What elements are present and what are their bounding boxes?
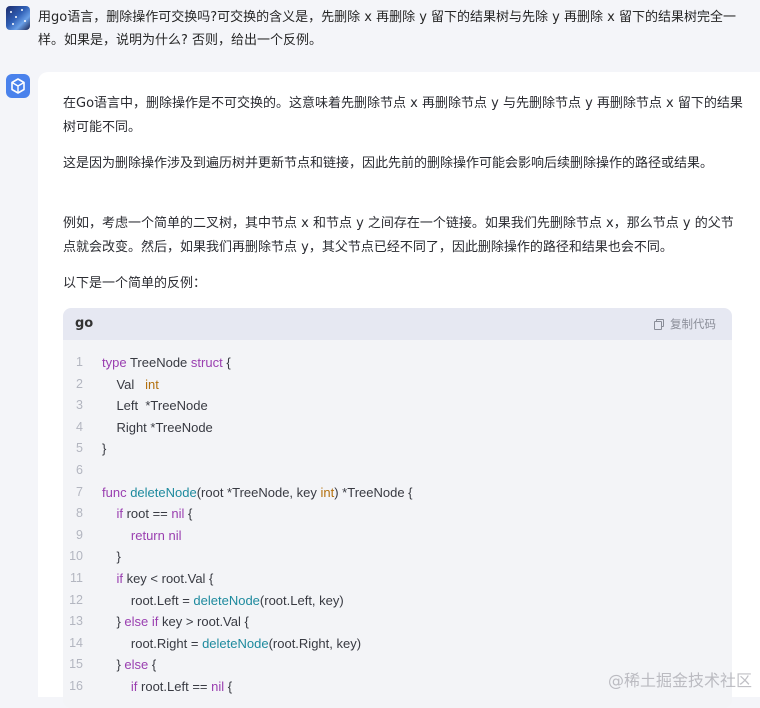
code-line-text: } xyxy=(102,441,107,457)
code-line-text: Right *TreeNode xyxy=(102,419,213,435)
answer-paragraph-1: 在Go语言中，删除操作是不可交换的。这意味着先删除节点 x 再删除节点 y 与先… xyxy=(63,96,743,135)
code-line-number: 14 xyxy=(69,635,83,650)
code-line-text: } else { xyxy=(102,657,157,673)
code-line-number: 13 xyxy=(69,614,83,629)
code-line-number: 16 xyxy=(69,678,83,693)
code-line: 14 root.Right = deleteNode(root.Right, k… xyxy=(63,633,732,655)
user-question-text: 用go语言，删除操作可交换吗?可交换的含义是，先删除 x 再删除 y 留下的结果… xyxy=(38,10,736,48)
code-block-header: go 复制代码 xyxy=(63,308,732,340)
code-line-number: 9 xyxy=(76,527,83,542)
copy-code-label: 复制代码 xyxy=(670,317,716,331)
user-message: 用go语言，删除操作可交换吗?可交换的含义是，先删除 x 再删除 y 留下的结果… xyxy=(0,0,760,64)
code-line: 6 xyxy=(63,460,732,482)
code-line: 2 Val int xyxy=(63,374,732,396)
code-line-number: 10 xyxy=(69,549,83,564)
code-line: 7 func deleteNode(root *TreeNode, key int… xyxy=(63,482,732,504)
code-line-number: 11 xyxy=(70,570,83,585)
watermark: @稀土掘金技术社区 xyxy=(607,671,752,690)
code-line-text: root.Left = deleteNode(root.Left, key) xyxy=(102,592,344,608)
code-line: 4 Right *TreeNode xyxy=(63,417,732,439)
code-line-text: type TreeNode struct { xyxy=(102,355,231,370)
code-line: 8 if root == nil { xyxy=(63,503,732,525)
code-line-text: Left *TreeNode xyxy=(102,398,208,414)
answer-paragraph-4: 以下是一个简单的反例： xyxy=(63,276,207,291)
code-line-text: } xyxy=(102,549,121,565)
answer-paragraph-3: 例如，考虑一个简单的二叉树，其中节点 x 和节点 y 之间存在一个链接。如果我们… xyxy=(63,216,734,255)
user-avatar-icon xyxy=(6,6,30,30)
code-line-number: 3 xyxy=(76,398,83,413)
copy-icon xyxy=(654,318,665,330)
code-line: 5} xyxy=(63,438,732,460)
bot-answer-card: 在Go语言中，删除操作是不可交换的。这意味着先删除节点 x 再删除节点 y 与先… xyxy=(38,72,760,708)
code-line-text: root.Right = deleteNode(root.Right, key) xyxy=(102,635,362,651)
code-lines: 1 type TreeNode struct {2 Val int 3 Left *… xyxy=(63,352,732,698)
code-line-number: 1 xyxy=(76,355,83,369)
code-line-text: if key < root.Val { xyxy=(116,570,214,586)
answer-paragraph-2: 这是因为删除操作涉及到遍历树并更新节点和链接，因此先前的删除操作可能会影响后续删… xyxy=(63,156,714,171)
bot-avatar-icon xyxy=(6,74,30,98)
code-line-number: 5 xyxy=(76,441,83,456)
code-line-number: 4 xyxy=(76,419,83,434)
code-line-text: } else if key > root.Val { xyxy=(102,614,249,630)
copy-code-button[interactable]: 复制代码 xyxy=(654,316,716,332)
code-line-text: if root == nil { xyxy=(116,506,193,522)
code-line: 9 return nil xyxy=(63,525,732,547)
code-line-text: Val int xyxy=(102,376,159,392)
code-line: 13 } else if key > root.Val { xyxy=(63,611,732,633)
code-line-text: func deleteNode(root *TreeNode, key int)… xyxy=(102,484,413,500)
code-line: 11 if key < root.Val { xyxy=(63,568,732,590)
code-line-number: 2 xyxy=(76,376,83,391)
code-line-text: if root.Left == nil { xyxy=(130,678,233,694)
code-line-number: 12 xyxy=(69,592,83,607)
code-block: go 复制代码 1 type TreeNode struct { 2 Val int… xyxy=(63,308,732,708)
code-line-text: return nil xyxy=(130,527,182,543)
code-language-label: go xyxy=(75,316,94,331)
code-line: 1 type TreeNode struct { xyxy=(63,352,732,374)
code-line-number: 6 xyxy=(76,462,83,477)
code-line: 12 root.Left = deleteNode(root.Left, key… xyxy=(63,590,732,612)
code-line: 10 } xyxy=(63,546,732,568)
code-line-number: 8 xyxy=(76,506,83,521)
code-line-number: 15 xyxy=(69,657,83,672)
code-line-number: 7 xyxy=(76,484,83,499)
code-line: 3 Left *TreeNode xyxy=(63,395,732,417)
